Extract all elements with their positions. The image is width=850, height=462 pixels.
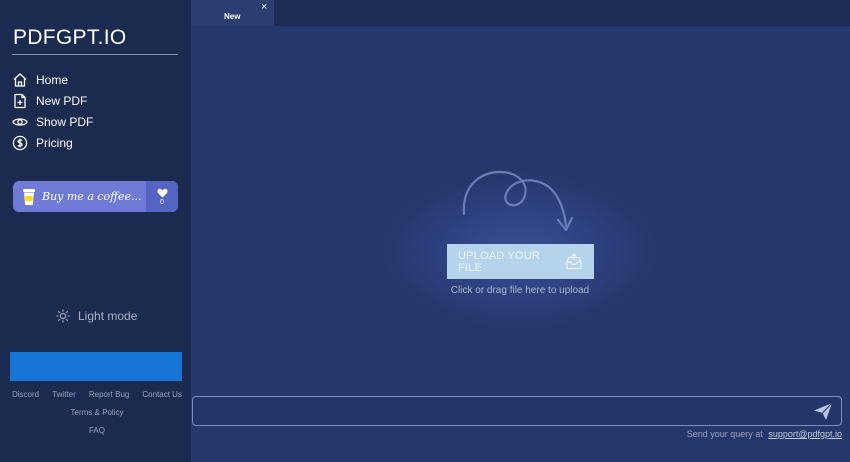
upload-hint: Click or drag file here to upload [450,285,590,296]
sidebar: PDFGPT.IO Home New PDF Show PDF Pricing … [0,0,191,462]
home-icon [13,72,27,87]
sidebar-footer: Discord Twitter Report Bug Contact Us Te… [12,390,182,435]
footer-links-row: Discord Twitter Report Bug Contact Us [12,390,182,399]
dollar-icon [12,135,28,150]
tab-new[interactable]: New × [191,0,274,26]
sidebar-item-label: New PDF [36,93,88,108]
sidebar-banner[interactable] [10,352,182,381]
terms-row: Terms & Policy [12,408,182,417]
support-email-link[interactable]: support@pdfgpt.io [768,429,842,439]
upload-button-label: UPLOAD YOUR FILE [458,249,541,274]
sidebar-item-label: Show PDF [36,114,94,129]
send-icon[interactable] [813,402,833,421]
faq-link[interactable]: FAQ [89,426,105,435]
coffee-cup-icon [23,188,35,205]
sidebar-item-label: Pricing [36,135,73,150]
sidebar-nav: Home New PDF Show PDF Pricing [12,69,93,153]
coffee-label: Buy me a coffee... [42,190,142,203]
tab-bar: New × [191,0,850,26]
new-file-icon [14,93,26,108]
logo-divider [12,54,178,55]
tab-label: New [224,12,241,21]
app-logo[interactable]: PDFGPT.IO [13,26,127,50]
upload-tray-icon [566,252,582,269]
close-icon[interactable]: × [261,2,267,13]
terms-policy-link[interactable]: Terms & Policy [71,408,124,417]
light-mode-label: Light mode [78,309,138,323]
upload-file-button[interactable]: UPLOAD YOUR FILE [447,244,594,279]
report-bug-link[interactable]: Report Bug [89,390,129,399]
coffee-count: 0 [160,198,164,206]
sun-icon [56,309,70,323]
light-mode-toggle[interactable]: Light mode [56,309,137,323]
eye-icon [12,117,28,126]
faq-row: FAQ [12,426,182,435]
twitter-link[interactable]: Twitter [52,390,76,399]
support-prefix: Send your query at [686,429,763,439]
support-text: Send your query at support@pdfgpt.io [687,429,842,439]
discord-link[interactable]: Discord [12,390,39,399]
sidebar-item-home[interactable]: Home [12,69,93,90]
curved-arrow-icon [462,170,574,232]
heart-icon [156,188,168,197]
sidebar-item-new-pdf[interactable]: New PDF [12,90,93,111]
buy-me-a-coffee-button[interactable]: Buy me a coffee... 0 [13,181,178,212]
query-box [192,396,842,426]
sidebar-item-label: Home [36,72,69,87]
sidebar-item-pricing[interactable]: Pricing [12,132,93,153]
query-input[interactable] [201,402,801,422]
sidebar-item-show-pdf[interactable]: Show PDF [12,111,93,132]
coffee-heart-counter[interactable]: 0 [146,181,178,212]
contact-us-link[interactable]: Contact Us [142,390,182,399]
